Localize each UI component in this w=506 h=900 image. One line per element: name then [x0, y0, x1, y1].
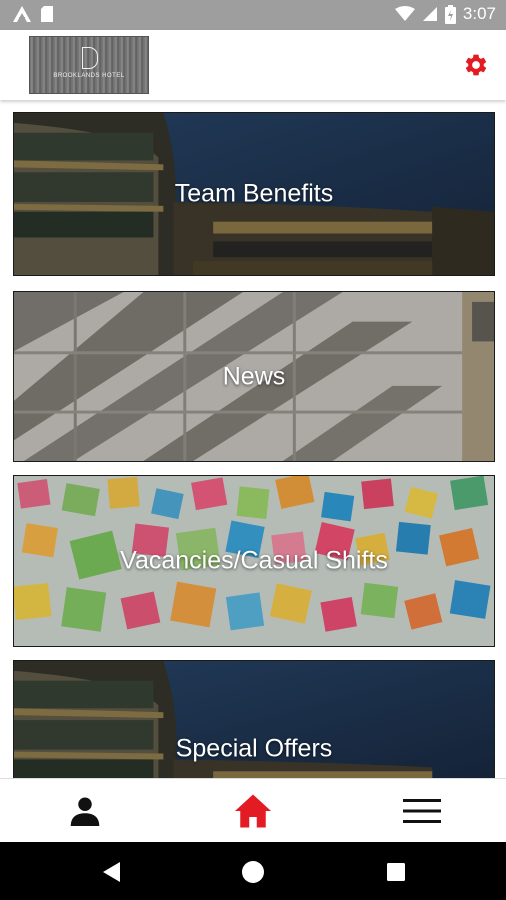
- home-icon: [235, 794, 271, 828]
- system-back-button[interactable]: [99, 859, 125, 885]
- clock: 3:07: [462, 4, 496, 23]
- tile-special-offers[interactable]: Special Offers: [13, 660, 495, 778]
- back-icon: [103, 862, 120, 882]
- menu-icon: [403, 799, 441, 823]
- logo-mark-icon: [82, 47, 98, 69]
- tile-label: News: [222, 362, 286, 390]
- logo-text: BROOKLANDS HOTEL: [53, 73, 125, 79]
- person-icon: [70, 797, 100, 826]
- tile-label: Special Offers: [175, 734, 333, 763]
- signal-icon: [422, 6, 438, 22]
- gear-icon: [465, 54, 487, 76]
- app-header: BROOKLANDS HOTEL: [0, 30, 506, 100]
- a-logo-icon: [12, 5, 32, 23]
- recents-icon: [387, 863, 405, 881]
- status-bar: 3:07: [0, 0, 506, 30]
- nav-profile-button[interactable]: [65, 791, 105, 831]
- system-home-button[interactable]: [240, 859, 266, 885]
- battery-icon: [444, 4, 456, 24]
- tile-label: Vacancies/Casual Shifts: [120, 546, 388, 575]
- system-recents-button[interactable]: [383, 859, 409, 885]
- bottom-nav: [0, 778, 506, 842]
- content-list: Team Benefits News Vacancies/Casual Shif…: [0, 100, 506, 778]
- tile-team-benefits[interactable]: Team Benefits: [13, 112, 495, 276]
- tile-vacancies[interactable]: Vacancies/Casual Shifts: [13, 475, 495, 647]
- system-nav-bar: [0, 842, 506, 900]
- hotel-logo[interactable]: BROOKLANDS HOTEL: [29, 36, 149, 94]
- tile-news[interactable]: News: [13, 291, 495, 462]
- settings-button[interactable]: [463, 52, 489, 78]
- nav-home-button[interactable]: [233, 791, 273, 831]
- home-circle-icon: [242, 861, 264, 883]
- wifi-icon: [394, 6, 415, 22]
- nav-menu-button[interactable]: [402, 791, 442, 831]
- tile-label: Team Benefits: [174, 179, 334, 208]
- sd-card-icon: [40, 5, 54, 23]
